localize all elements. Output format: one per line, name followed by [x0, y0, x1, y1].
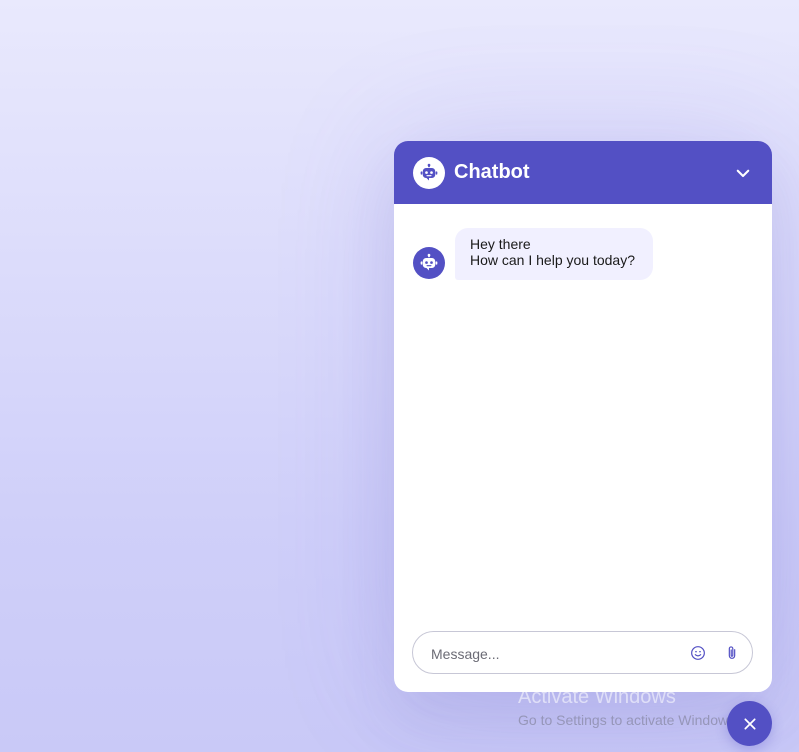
message-text-line: Hey there: [470, 236, 531, 252]
robot-icon: [420, 163, 438, 181]
close-icon: [743, 717, 756, 730]
smiley-icon: [691, 646, 705, 660]
message-input[interactable]: [429, 642, 673, 666]
attach-file-button[interactable]: [722, 643, 742, 663]
paperclip-icon: [728, 646, 736, 659]
chatbot-popup: Chatbot Hey there How can I help you tod…: [394, 141, 772, 692]
activation-watermark-title: Activate Windows: [518, 686, 676, 708]
bot-message-avatar: [413, 247, 445, 279]
activation-watermark-subtitle: Go to Settings to activate Windows.: [518, 712, 739, 728]
chatbot-toggle-button[interactable]: [727, 701, 772, 746]
chat-title: Chatbot: [454, 161, 530, 183]
robot-icon: [420, 253, 438, 271]
emoji-button[interactable]: [688, 643, 708, 663]
message-text-line: How can I help you today?: [470, 252, 635, 268]
bot-message-bubble: Hey there How can I help you today?: [455, 228, 653, 280]
chat-header: Chatbot: [394, 141, 772, 204]
collapse-chat-button[interactable]: [726, 156, 760, 190]
message-composer: [412, 631, 753, 674]
chevron-down-icon: [736, 169, 750, 178]
chatbot-logo: [413, 157, 445, 189]
